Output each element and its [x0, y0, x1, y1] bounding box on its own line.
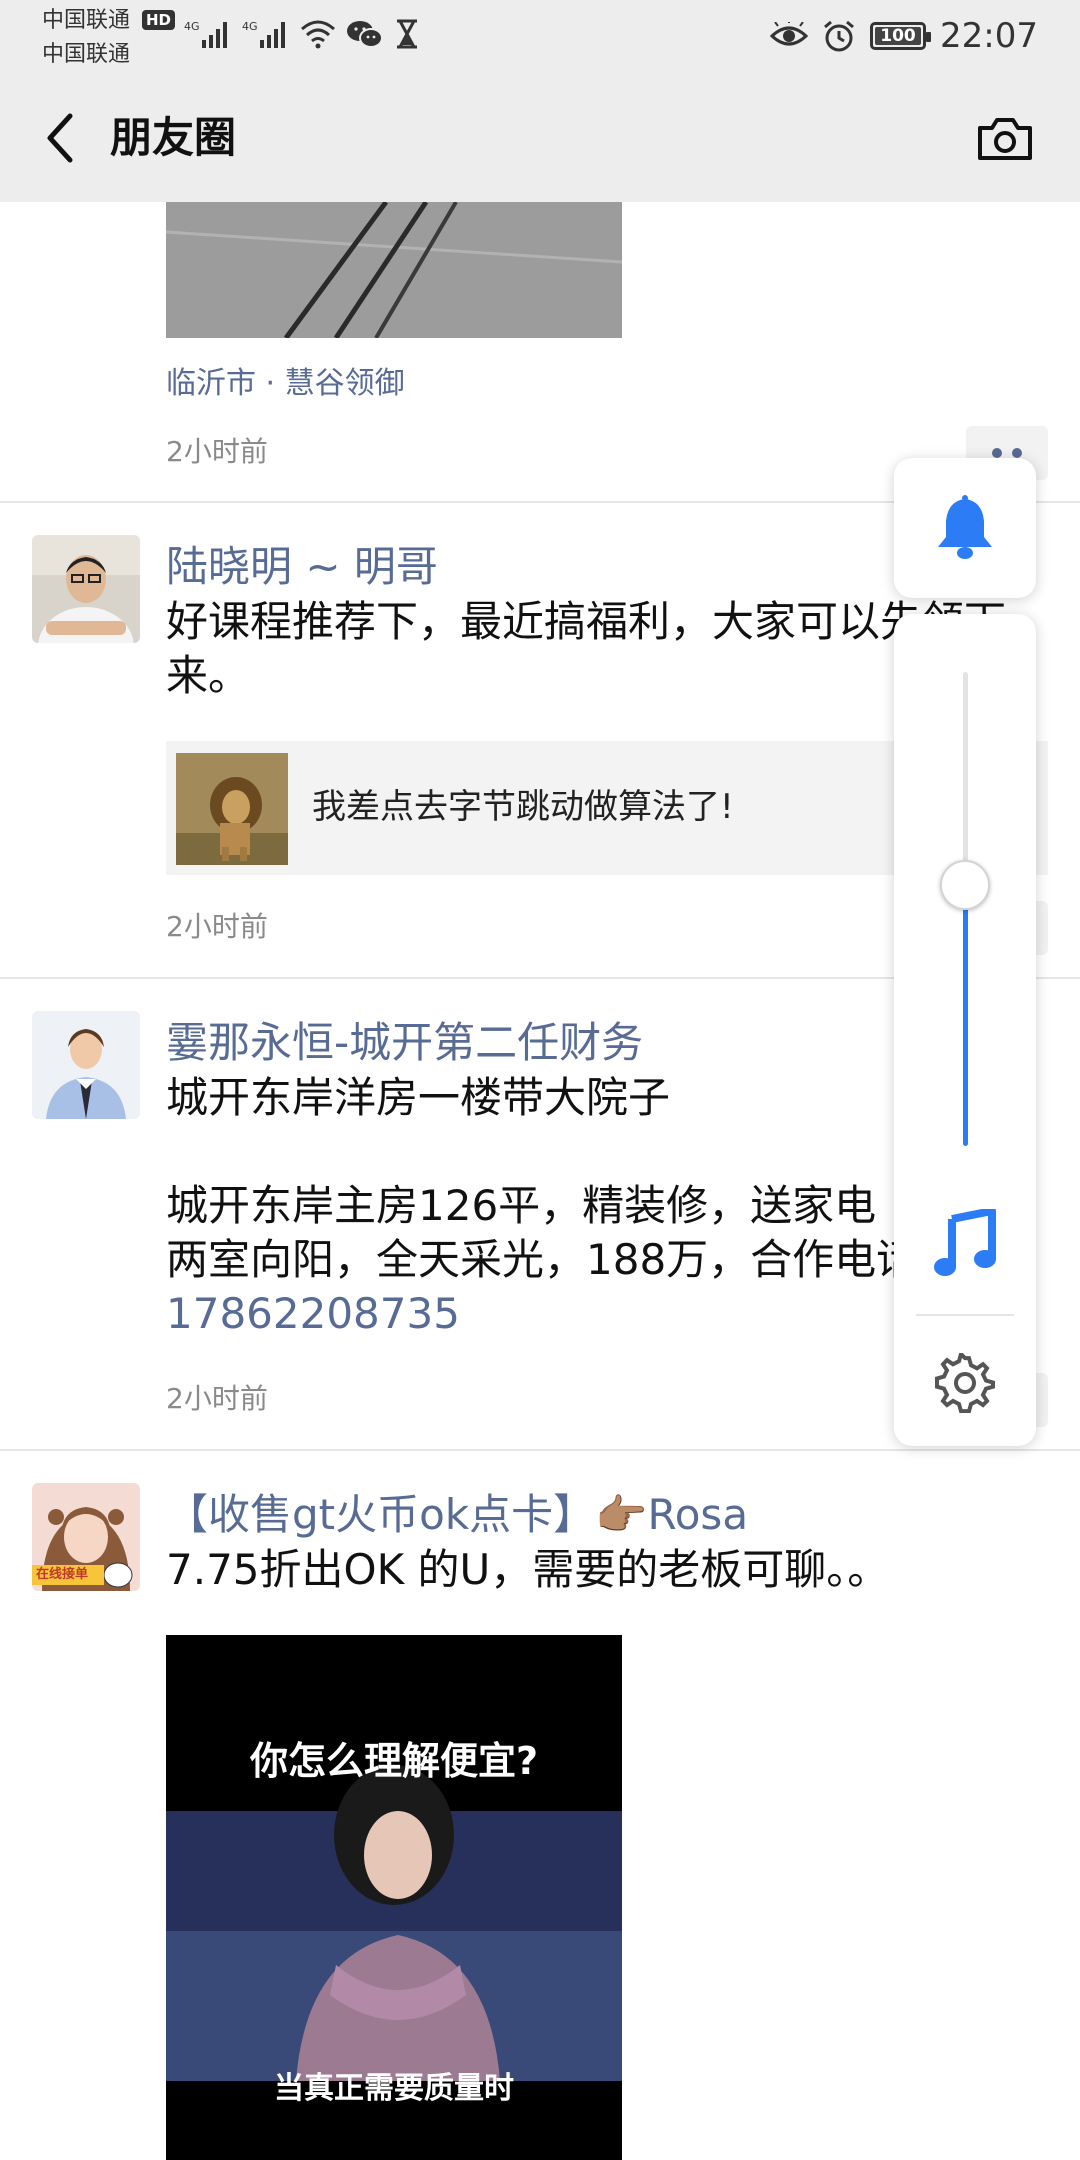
signal-4g-icon: 4G	[184, 20, 227, 48]
eye-icon	[770, 22, 809, 46]
post-image-partial[interactable]	[166, 202, 622, 338]
hd-badge: HD	[142, 10, 176, 30]
lion-thumbnail-image	[176, 753, 288, 865]
battery-icon: 100	[870, 22, 932, 50]
post-time: 2小时前	[166, 1382, 268, 1415]
avatar[interactable]	[32, 535, 140, 643]
post-author-name[interactable]: 【收售gt火币ok点卡】👉🏽Rosa	[166, 1489, 748, 1541]
network-4g-label-2: 4G	[242, 20, 258, 33]
moment-post: 在线接单 【收售gt火币ok点卡】👉🏽Rosa 7.75折出OK 的U，需要的老…	[0, 1451, 1080, 2160]
video-caption-bottom: 当真正需要质量时	[274, 2071, 514, 2106]
avatar[interactable]	[32, 1011, 140, 1119]
camera-icon	[978, 118, 1032, 160]
carrier-label-2: 中国联通	[42, 42, 131, 67]
chevron-left-icon	[47, 113, 73, 163]
avatar-image	[32, 1011, 140, 1119]
link-title: 我差点去字节跳动做算法了!	[312, 787, 734, 827]
ringer-mode-button[interactable]	[894, 458, 1036, 598]
carrier-label-1: 中国联通	[42, 8, 131, 33]
post-video-image[interactable]: 你怎么理解便宜? 当真正需要质量时	[166, 1635, 622, 2160]
status-icons-left: 4G 4G	[184, 12, 420, 56]
media-volume-button[interactable]	[925, 1204, 1005, 1284]
sound-settings-button[interactable]	[930, 1348, 1000, 1418]
network-4g-label-1: 4G	[184, 20, 200, 33]
music-note-icon	[934, 1209, 996, 1276]
status-time: 22:07	[940, 16, 1038, 56]
post-time: 2小时前	[166, 910, 268, 943]
volume-panel	[894, 614, 1036, 1446]
camera-button[interactable]	[970, 108, 1040, 168]
volume-slider-handle[interactable]	[940, 860, 990, 911]
volume-slider-fill	[963, 885, 968, 1146]
page-title: 朋友圈	[110, 113, 237, 162]
hourglass-icon	[397, 19, 417, 49]
avatar-image	[32, 535, 140, 643]
link-thumbnail	[176, 753, 288, 865]
gear-icon	[935, 1353, 995, 1413]
divider	[916, 1314, 1014, 1316]
video-caption-top: 你怎么理解便宜?	[249, 1739, 539, 1783]
alarm-clock-icon	[824, 20, 854, 52]
bell-icon	[938, 495, 992, 559]
status-bar: 中国联通 中国联通 HD 4G 4G 100 22:07	[0, 0, 1080, 72]
wifi-icon	[301, 20, 335, 49]
back-button[interactable]	[30, 108, 90, 168]
post-author-name[interactable]: 陆晓明 ~ 明哥	[166, 541, 438, 593]
post-text: 7.75折出OK 的U，需要的老板可聊。。	[166, 1545, 890, 1594]
post-time: 2小时前	[166, 435, 268, 468]
battery-level: 100	[880, 26, 916, 46]
avatar[interactable]: 在线接单	[32, 1483, 140, 1591]
signal-4g-icon: 4G	[242, 20, 285, 48]
post-location[interactable]: 临沂市 · 慧谷领御	[166, 364, 405, 404]
post-author-name[interactable]: 霎那永恒-城开第二任财务	[166, 1017, 643, 1069]
navbar: 朋友圈	[0, 72, 1080, 202]
avatar-badge-text: 在线接单	[36, 1567, 89, 1582]
status-icons-right: 100 22:07	[770, 10, 1038, 62]
wechat-icon	[347, 21, 383, 48]
